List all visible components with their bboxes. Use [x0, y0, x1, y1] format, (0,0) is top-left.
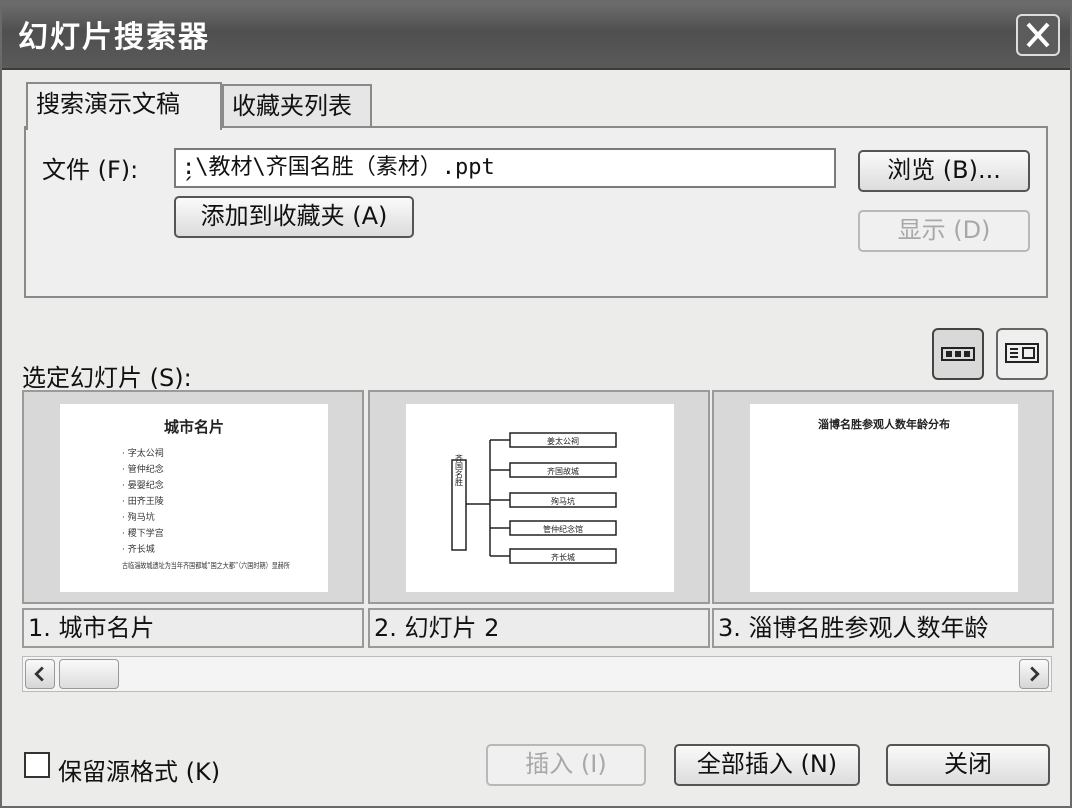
slide-1-bullet: · 稷下学宫	[122, 527, 164, 539]
scroll-left-button[interactable]	[25, 659, 55, 689]
scroll-right-button[interactable]	[1019, 659, 1049, 689]
keep-source-format-label: 保留源格式 (K)	[58, 758, 221, 786]
title-bar: 幻灯片搜索器	[2, 2, 1070, 70]
add-to-favorites-button[interactable]: 添加到收藏夹 (A)	[174, 196, 414, 238]
close-button[interactable]: 关闭	[886, 744, 1050, 786]
list-view-button[interactable]	[996, 328, 1048, 380]
slide-2-box-label: 管仲纪念馆	[543, 524, 583, 534]
close-window-button[interactable]	[1016, 14, 1060, 56]
slide-2-preview: 齐国名胜 姜太公祠 齐国故城 殉马坑 管仲纪念馆 齐长城	[406, 404, 674, 592]
slide-strip: 城市名片 · 字太公祠 · 管仲纪念 · 晏婴纪念 · 田齐王陵 · 殉马坑 ·…	[20, 390, 1054, 654]
file-path-input[interactable]: ̗:\教材\齐国名胜（素材）.ppt	[174, 148, 836, 188]
keep-source-format-checkbox[interactable]	[24, 752, 50, 778]
selected-slides-label: 选定幻灯片 (S):	[22, 364, 192, 392]
slide-2-box-label: 殉马坑	[551, 496, 575, 506]
scroll-thumb[interactable]	[59, 659, 119, 689]
slide-3-preview: 淄博名胜参观人数年龄分布	[750, 404, 1018, 592]
filmstrip-view-button[interactable]	[932, 328, 984, 380]
browse-button[interactable]: 浏览 (B)...	[858, 150, 1030, 192]
file-label: 文件 (F):	[42, 156, 139, 184]
slide-2-side-label: 齐国名胜	[455, 453, 464, 487]
slide-thumbnail-2[interactable]: 齐国名胜 姜太公祠 齐国故城 殉马坑 管仲纪念馆 齐长城	[368, 390, 710, 604]
slide-1-title: 城市名片	[164, 418, 224, 436]
arrow-left-icon	[34, 666, 44, 682]
slide-caption-1: 1. 城市名片	[22, 608, 364, 648]
filmstrip-view-icon	[941, 347, 975, 361]
slide-caption-2: 2. 幻灯片 2	[368, 608, 710, 648]
tab-favorites-list[interactable]: 收藏夹列表	[222, 84, 372, 128]
insert-button[interactable]: 插入 (I)	[486, 744, 646, 786]
slide-thumbnail-3[interactable]: 淄博名胜参观人数年龄分布	[712, 390, 1054, 604]
slide-2-box-label: 齐国故城	[547, 466, 579, 476]
show-button[interactable]: 显示 (D)	[858, 210, 1030, 252]
slide-1-bullet: · 字太公祠	[122, 447, 164, 459]
close-x-icon	[1026, 22, 1050, 48]
slide-caption-3: 3. 淄博名胜参观人数年龄	[712, 608, 1054, 648]
slide-1-preview: 城市名片 · 字太公祠 · 管仲纪念 · 晏婴纪念 · 田齐王陵 · 殉马坑 ·…	[60, 404, 328, 592]
arrow-right-icon	[1030, 666, 1040, 682]
slide-3-title: 淄博名胜参观人数年龄分布	[818, 417, 950, 431]
slide-2-box-label: 齐长城	[551, 552, 575, 562]
slide-1-bullet: · 殉马坑	[122, 511, 155, 523]
slide-1-bullet: · 管仲纪念	[122, 463, 164, 475]
horizontal-scrollbar[interactable]	[22, 656, 1052, 692]
slide-finder-dialog: 幻灯片搜索器 搜索演示文稿 收藏夹列表 文件 (F): ̗:\教材\齐国名胜（素…	[0, 0, 1072, 808]
window-title: 幻灯片搜索器	[18, 20, 210, 55]
list-view-icon	[1005, 343, 1039, 363]
slide-thumbnail-1[interactable]: 城市名片 · 字太公祠 · 管仲纪念 · 晏婴纪念 · 田齐王陵 · 殉马坑 ·…	[22, 390, 364, 604]
slide-1-bullet: · 晏婴纪念	[122, 479, 164, 491]
slide-1-bullet: · 齐长城	[122, 543, 155, 555]
insert-all-button[interactable]: 全部插入 (N)	[674, 744, 860, 786]
slide-2-box-label: 姜太公祠	[547, 436, 579, 446]
slide-1-bullet: · 田齐王陵	[122, 495, 164, 507]
tab-search-presentation[interactable]: 搜索演示文稿	[26, 82, 222, 130]
slide-1-note: 古临淄故城遗址为当年齐国都城“国之大都”（六国时期）显赫所	[122, 560, 290, 570]
